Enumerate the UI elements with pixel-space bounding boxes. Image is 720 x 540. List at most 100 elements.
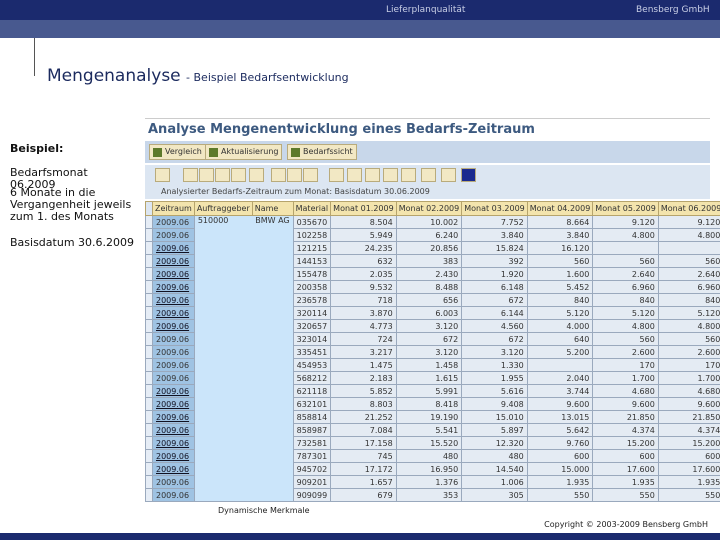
compare-button[interactable]: Vergleich [149, 144, 206, 160]
row-selector[interactable] [145, 319, 153, 333]
quantity-cell: 2.430 [395, 267, 463, 281]
quantity-cell: 3.217 [330, 345, 397, 359]
column-header[interactable]: Monat 03.2009 [461, 201, 528, 216]
row-selector[interactable] [145, 358, 153, 372]
toolbar-tool-icon[interactable] [287, 168, 302, 182]
row-selector[interactable] [145, 384, 153, 398]
quantity-cell: 305 [461, 488, 528, 502]
quantity-cell: 656 [395, 293, 463, 307]
period-cell[interactable]: 2009.06 [152, 462, 195, 476]
row-selector[interactable] [145, 397, 153, 411]
quantity-cell: 5.616 [461, 384, 528, 398]
column-header[interactable]: Monat 04.2009 [526, 201, 594, 216]
row-selector[interactable] [145, 267, 153, 281]
example-label: Beispiel: [10, 142, 64, 155]
period-cell[interactable]: 2009.06 [152, 241, 195, 255]
row-selector[interactable] [145, 436, 153, 450]
copyright: Copyright © 2003-2009 Bensberg GmbH [544, 520, 708, 529]
period-cell[interactable]: 2009.06 [152, 228, 195, 242]
material-cell: 621118 [292, 384, 332, 398]
row-selector[interactable] [145, 332, 153, 346]
toolbar-tool-icon[interactable] [383, 168, 398, 182]
period-cell[interactable]: 2009.06 [152, 306, 195, 320]
toolbar-tool-icon[interactable] [401, 168, 416, 182]
period-cell[interactable]: 2009.06 [152, 345, 195, 359]
toolbar-tool-icon[interactable] [303, 168, 318, 182]
column-header[interactable]: Material [292, 201, 332, 216]
row-selector[interactable] [145, 449, 153, 463]
row-selector[interactable] [145, 280, 153, 294]
quantity-cell: 5.541 [395, 423, 463, 437]
period-cell[interactable]: 2009.06 [152, 293, 195, 307]
row-selector[interactable] [145, 410, 153, 424]
column-header[interactable]: Monat 02.2009 [395, 201, 463, 216]
sap-screenshot: Analyse Mengenentwicklung eines Bedarfs-… [145, 118, 720, 502]
row-selector[interactable] [145, 345, 153, 359]
period-cell[interactable]: 2009.06 [152, 436, 195, 450]
toolbar-tool-icon[interactable] [421, 168, 436, 182]
period-cell[interactable]: 2009.06 [152, 215, 195, 229]
period-cell[interactable]: 2009.06 [152, 423, 195, 437]
refresh-button[interactable]: Aktualisierung [205, 144, 283, 160]
quantity-cell: 9.600 [592, 397, 659, 411]
quantity-cell: 5.852 [330, 384, 397, 398]
toolbar-tool-icon[interactable] [347, 168, 362, 182]
row-selector[interactable] [145, 306, 153, 320]
toolbar-tool-icon[interactable] [271, 168, 286, 182]
column-header[interactable]: Monat 01.2009 [330, 201, 397, 216]
row-selector[interactable] [145, 488, 153, 502]
toolbar-tool-icon[interactable] [461, 168, 476, 182]
column-header[interactable]: Name [251, 201, 294, 216]
column-header[interactable]: Monat 06.2009 [657, 201, 720, 216]
row-selector[interactable] [145, 241, 153, 255]
demand-view-button[interactable]: Bedarfssicht [287, 144, 357, 160]
period-cell[interactable]: 2009.06 [152, 358, 195, 372]
toolbar-tool-icon[interactable] [249, 168, 264, 182]
quantity-cell: 2.600 [592, 345, 659, 359]
row-selector[interactable] [145, 475, 153, 489]
period-cell[interactable]: 2009.06 [152, 475, 195, 489]
period-cell[interactable]: 2009.06 [152, 267, 195, 281]
page-title: Mengenanalyse - Beispiel Bedarfsentwickl… [47, 66, 349, 86]
period-cell[interactable]: 2009.06 [152, 488, 195, 502]
select-all[interactable] [145, 201, 153, 216]
row-selector[interactable] [145, 254, 153, 268]
quantity-cell: 10.002 [395, 215, 463, 229]
toolbar-tool-icon[interactable] [329, 168, 344, 182]
toolbar-tool-icon[interactable] [441, 168, 456, 182]
material-cell: 568212 [292, 371, 332, 385]
quantity-cell: 15.010 [461, 410, 528, 424]
period-cell[interactable]: 2009.06 [152, 384, 195, 398]
row-selector[interactable] [145, 423, 153, 437]
period-cell[interactable]: 2009.06 [152, 319, 195, 333]
toolbar-tool-icon[interactable] [365, 168, 380, 182]
column-header[interactable]: Auftraggeber [193, 201, 253, 216]
row-selector[interactable] [145, 462, 153, 476]
row-selector[interactable] [145, 215, 153, 229]
quantity-cell: 745 [330, 449, 397, 463]
quantity-cell: 1.475 [330, 358, 397, 372]
info-line: Analysierter Bedarfs-Zeitraum zum Monat:… [145, 185, 710, 199]
row-selector[interactable] [145, 293, 153, 307]
period-cell[interactable]: 2009.06 [152, 410, 195, 424]
row-selector[interactable] [145, 228, 153, 242]
period-cell[interactable]: 2009.06 [152, 397, 195, 411]
column-header[interactable]: Monat 05.2009 [592, 201, 659, 216]
quantity-cell: 3.120 [395, 345, 463, 359]
period-cell[interactable]: 2009.06 [152, 280, 195, 294]
period-cell[interactable]: 2009.06 [152, 371, 195, 385]
toolbar-tool-icon[interactable] [155, 168, 170, 182]
demand-view-icon [291, 148, 300, 157]
toolbar-tool-icon[interactable] [231, 168, 246, 182]
period-cell[interactable]: 2009.06 [152, 254, 195, 268]
quantity-cell: 13.015 [526, 410, 594, 424]
quantity-cell: 550 [592, 488, 659, 502]
toolbar-tool-icon[interactable] [183, 168, 198, 182]
toolbar-tool-icon[interactable] [199, 168, 214, 182]
period-cell[interactable]: 2009.06 [152, 332, 195, 346]
column-header[interactable]: Zeitraum [152, 201, 195, 216]
period-cell[interactable]: 2009.06 [152, 449, 195, 463]
toolbar-tool-icon[interactable] [215, 168, 230, 182]
row-selector[interactable] [145, 371, 153, 385]
name-cell: BMW AG [252, 215, 294, 502]
